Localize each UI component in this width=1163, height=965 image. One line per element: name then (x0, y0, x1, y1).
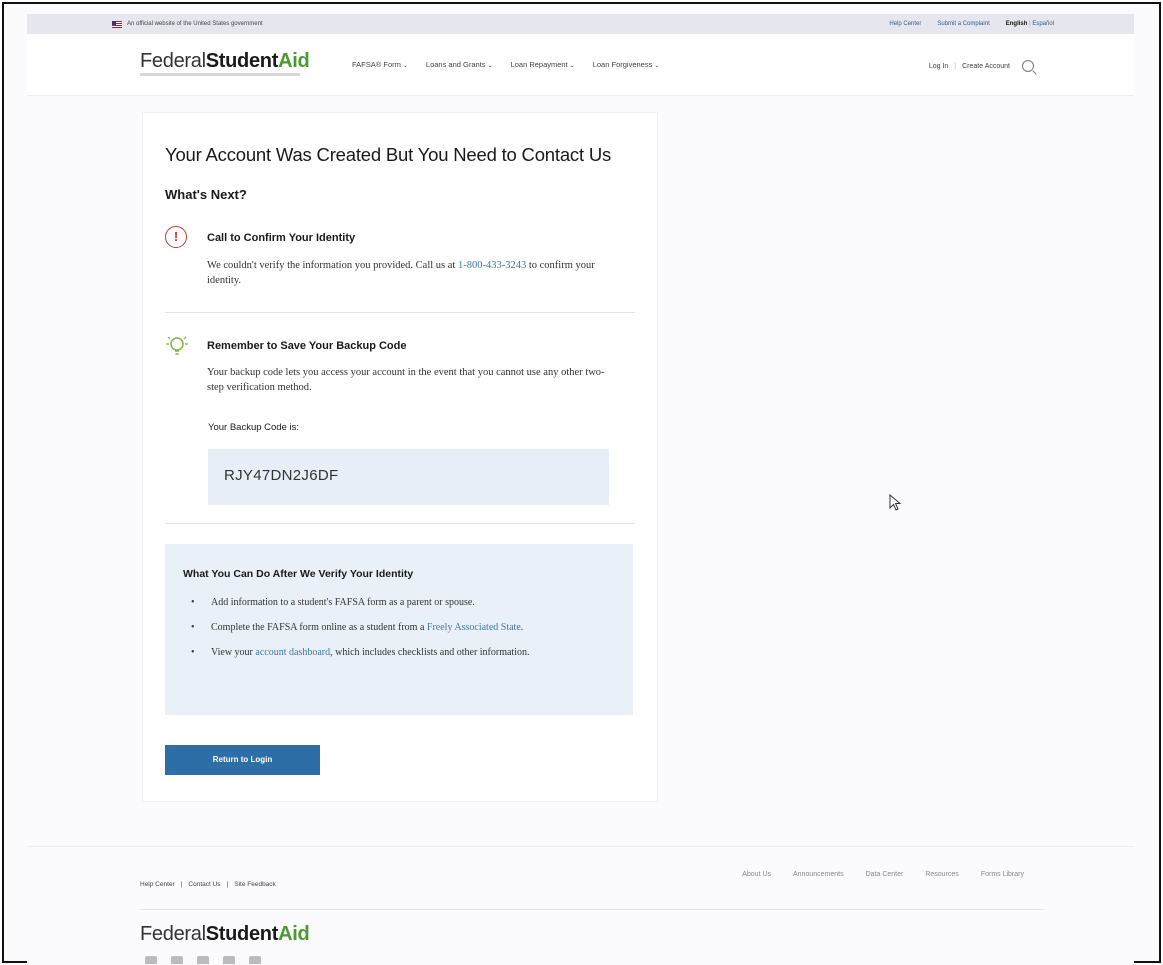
call-confirm-heading: Call to Confirm Your Identity (207, 232, 356, 244)
login-link[interactable]: Log In (929, 63, 948, 70)
social-icon[interactable] (197, 956, 209, 964)
footer-announcements-link[interactable]: Announcements (793, 871, 844, 878)
footer-help-center-link[interactable]: Help Center (140, 881, 175, 888)
social-icon[interactable] (249, 956, 261, 964)
site-header: FederalStudentAid FAFSA® Form ⌄ Loans and… (27, 34, 1134, 96)
footer-forms-library-link[interactable]: Forms Library (981, 871, 1024, 878)
after-verify-heading: What You Can Do After We Verify Your Ide… (183, 568, 414, 580)
chevron-down-icon: ⌄ (654, 63, 660, 69)
social-icon[interactable] (171, 956, 183, 964)
fsa-logo[interactable]: FederalStudentAid (140, 50, 310, 73)
chevron-down-icon: ⌄ (487, 63, 493, 69)
separator: | (180, 881, 183, 888)
help-center-link[interactable]: Help Center (889, 21, 921, 27)
return-to-login-button[interactable]: Return to Login (165, 745, 320, 775)
social-icon[interactable] (223, 956, 235, 964)
gov-banner: An official website of the United States… (27, 14, 1134, 34)
footer-fsa-logo[interactable]: FederalStudentAid (140, 923, 310, 946)
nav-loan-repayment[interactable]: Loan Repayment ⌄ (511, 60, 575, 69)
alert-circle-icon: ! (165, 226, 187, 248)
gov-banner-text: An official website of the United States… (127, 21, 263, 27)
phone-link[interactable]: 1-800-433-3243 (458, 260, 526, 271)
search-icon[interactable] (1022, 60, 1034, 72)
after-verify-info-box: What You Can Do After We Verify Your Ide… (165, 544, 633, 715)
backup-code-value[interactable]: RJY47DN2J6DF (224, 467, 338, 484)
list-item: View your account dashboard, which inclu… (189, 646, 609, 659)
list-item: Add information to a student's FAFSA for… (189, 596, 609, 609)
us-flag-icon (112, 20, 122, 28)
call-confirm-text: We couldn't verify the information you p… (207, 260, 595, 286)
main-nav: FAFSA® Form ⌄ Loans and Grants ⌄ Loan Repa… (352, 60, 659, 69)
nav-loan-forgiveness[interactable]: Loan Forgiveness ⌄ (593, 60, 660, 69)
logo-subtitle (140, 73, 300, 76)
footer-site-feedback-link[interactable]: Site Feedback (234, 881, 276, 888)
separator: | (226, 881, 229, 888)
chevron-down-icon: ⌄ (402, 63, 408, 69)
footer-data-center-link[interactable]: Data Center (866, 871, 904, 878)
language-espanol[interactable]: Español (1032, 21, 1054, 27)
mouse-cursor-icon (889, 494, 902, 511)
footer-left-links: Help Center | Contact Us | Site Feedback (140, 881, 276, 888)
create-account-link[interactable]: Create Account (962, 63, 1010, 70)
freely-associated-state-link[interactable]: Freely Associated State (427, 622, 521, 633)
list-item: Complete the FAFSA form online as a stud… (189, 621, 609, 634)
submit-complaint-link[interactable]: Submit a Complaint (937, 21, 989, 27)
social-icon[interactable] (145, 956, 157, 964)
gov-banner-links: Help Center Submit a Complaint English |… (889, 21, 1054, 27)
account-status-card: Your Account Was Created But You Need to… (142, 112, 658, 802)
site-footer: Help Center | Contact Us | Site Feedback… (27, 846, 1134, 965)
footer-right-links: About Us Announcements Data Center Resou… (742, 871, 1024, 878)
backup-code-label: Your Backup Code is: (208, 422, 300, 433)
header-account-links: Log In | Create Account (929, 60, 1034, 72)
section-divider (165, 312, 635, 313)
nav-fafsa-form[interactable]: FAFSA® Form ⌄ (352, 60, 408, 69)
footer-resources-link[interactable]: Resources (925, 871, 958, 878)
language-english[interactable]: English (1006, 21, 1028, 27)
footer-about-us-link[interactable]: About Us (742, 871, 771, 878)
after-verify-list: Add information to a student's FAFSA for… (189, 596, 609, 671)
chevron-down-icon: ⌄ (569, 63, 575, 69)
backup-code-text: Your backup code lets you access your ac… (207, 367, 605, 393)
social-icons-row (145, 956, 261, 964)
nav-loans-and-grants[interactable]: Loans and Grants ⌄ (426, 60, 493, 69)
lightbulb-icon (166, 336, 188, 355)
footer-divider (140, 909, 1044, 910)
backup-code-box: RJY47DN2J6DF (208, 449, 609, 505)
account-dashboard-link[interactable]: account dashboard (255, 647, 330, 658)
whats-next-heading: What's Next? (165, 187, 247, 202)
section-divider (165, 523, 635, 524)
footer-contact-us-link[interactable]: Contact Us (188, 881, 220, 888)
separator: | (954, 62, 957, 70)
backup-code-heading: Remember to Save Your Backup Code (207, 340, 407, 352)
page-title: Your Account Was Created But You Need to… (165, 144, 612, 165)
